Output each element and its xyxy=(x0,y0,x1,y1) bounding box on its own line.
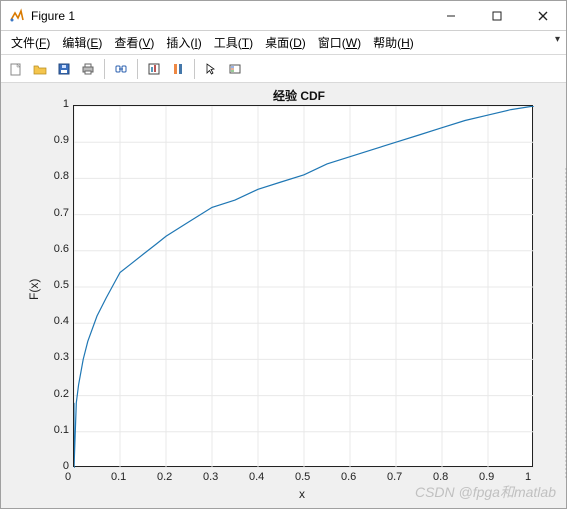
toolbar-overflow-icon[interactable]: ▾ xyxy=(555,34,560,45)
menu-f[interactable]: 文件(F) xyxy=(5,34,56,52)
menu-h[interactable]: 帮助(H) xyxy=(367,34,420,52)
toolbar-separator xyxy=(104,59,105,79)
save-button[interactable] xyxy=(53,58,75,80)
y-tick-label: 0.2 xyxy=(49,388,69,400)
y-tick-label: 0.8 xyxy=(49,170,69,182)
chart-title: 经验 CDF xyxy=(273,87,325,104)
y-tick-label: 0.1 xyxy=(49,424,69,436)
y-tick-label: 0.3 xyxy=(49,351,69,363)
toolbar-separator xyxy=(194,59,195,79)
menu-w[interactable]: 窗口(W) xyxy=(312,34,367,52)
y-tick-label: 0.5 xyxy=(49,279,69,291)
menu-d[interactable]: 桌面(D) xyxy=(259,34,312,52)
titlebar: Figure 1 xyxy=(1,1,566,31)
close-button[interactable] xyxy=(520,1,566,31)
menu-v[interactable]: 查看(V) xyxy=(108,34,160,52)
y-tick-label: 0.9 xyxy=(49,134,69,146)
new-figure-button[interactable] xyxy=(5,58,27,80)
link-button[interactable] xyxy=(110,58,132,80)
y-tick-label: 0.7 xyxy=(49,207,69,219)
menu-i[interactable]: 插入(I) xyxy=(160,34,207,52)
x-tick-label: 0.2 xyxy=(157,471,172,483)
print-button[interactable] xyxy=(77,58,99,80)
minimize-button[interactable] xyxy=(428,1,474,31)
x-tick-label: 0.5 xyxy=(295,471,310,483)
watermark: CSDN @fpga和matlab xyxy=(415,482,556,502)
menu-e[interactable]: 编辑(E) xyxy=(56,34,108,52)
x-tick-label: 0.4 xyxy=(249,471,264,483)
menubar: 文件(F)编辑(E)查看(V)插入(I)工具(T)桌面(D)窗口(W)帮助(H)… xyxy=(1,31,566,55)
toolbar-separator xyxy=(137,59,138,79)
y-tick-label: 1 xyxy=(49,98,69,110)
window-title: Figure 1 xyxy=(31,9,428,23)
open-button[interactable] xyxy=(29,58,51,80)
insert-legend-button[interactable] xyxy=(224,58,246,80)
y-tick-label: 0.6 xyxy=(49,243,69,255)
x-tick-label: 0.7 xyxy=(387,471,402,483)
colorbar-button[interactable] xyxy=(167,58,189,80)
x-axis-label: x xyxy=(299,487,305,501)
x-tick-label: 1 xyxy=(525,471,531,483)
figure-window: Figure 1 文件(F)编辑(E)查看(V)插入(I)工具(T)桌面(D)窗… xyxy=(0,0,567,509)
data-cursor-button[interactable] xyxy=(143,58,165,80)
x-tick-label: 0.6 xyxy=(341,471,356,483)
chart-canvas xyxy=(74,106,534,468)
x-tick-label: 0.9 xyxy=(479,471,494,483)
plot-area: 经验 CDF x F(x) CSDN @fpga和matlab 0 0.1 0.2 0… xyxy=(1,83,566,508)
y-tick-label: 0 xyxy=(49,460,69,472)
x-tick-label: 0 xyxy=(65,471,71,483)
matlab-icon xyxy=(9,8,25,24)
pointer-button[interactable] xyxy=(200,58,222,80)
x-tick-label: 0.3 xyxy=(203,471,218,483)
y-axis-label: F(x) xyxy=(27,279,41,300)
y-tick-label: 0.4 xyxy=(49,315,69,327)
toolbar xyxy=(1,55,566,83)
x-tick-label: 0.1 xyxy=(111,471,126,483)
x-tick-label: 0.8 xyxy=(433,471,448,483)
menu-t[interactable]: 工具(T) xyxy=(208,34,259,52)
maximize-button[interactable] xyxy=(474,1,520,31)
axes[interactable] xyxy=(73,105,533,467)
